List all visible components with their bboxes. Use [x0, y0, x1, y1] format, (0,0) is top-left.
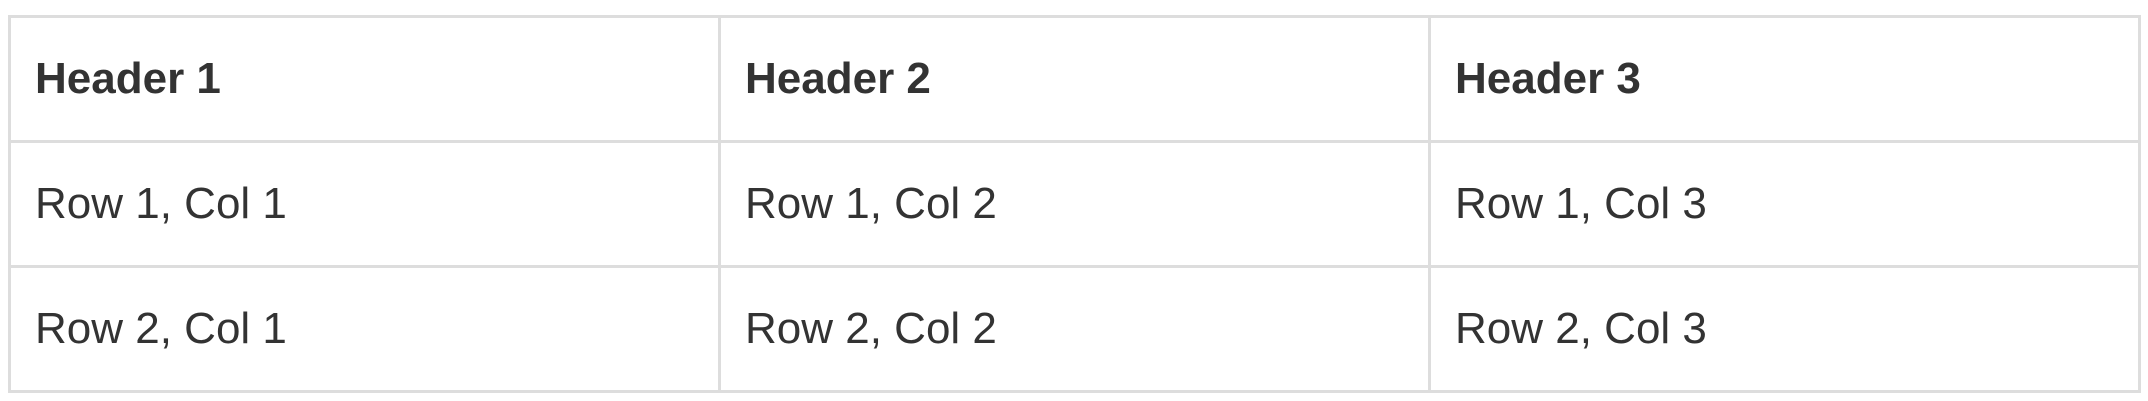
header-cell-2: Header 2: [718, 15, 1431, 143]
table-cell: Row 2, Col 1: [8, 265, 721, 393]
header-cell-1: Header 1: [8, 15, 721, 143]
table-container: Header 1 Header 2 Header 3 Row 1, Col 1 …: [8, 15, 2141, 393]
table-cell: Row 2, Col 3: [1428, 265, 2141, 393]
header-cell-3: Header 3: [1428, 15, 2141, 143]
table-cell: Row 1, Col 3: [1428, 140, 2141, 268]
table-header: Header 1 Header 2 Header 3: [8, 15, 2141, 143]
table-cell: Row 1, Col 2: [718, 140, 1431, 268]
table-row: Row 1, Col 1 Row 1, Col 2 Row 1, Col 3: [8, 140, 2141, 268]
table-cell: Row 1, Col 1: [8, 140, 721, 268]
header-row: Header 1 Header 2 Header 3: [8, 15, 2141, 143]
data-table: Header 1 Header 2 Header 3 Row 1, Col 1 …: [8, 15, 2141, 393]
table-cell: Row 2, Col 2: [718, 265, 1431, 393]
table-body: Row 1, Col 1 Row 1, Col 2 Row 1, Col 3 R…: [8, 140, 2141, 393]
table-row: Row 2, Col 1 Row 2, Col 2 Row 2, Col 3: [8, 265, 2141, 393]
